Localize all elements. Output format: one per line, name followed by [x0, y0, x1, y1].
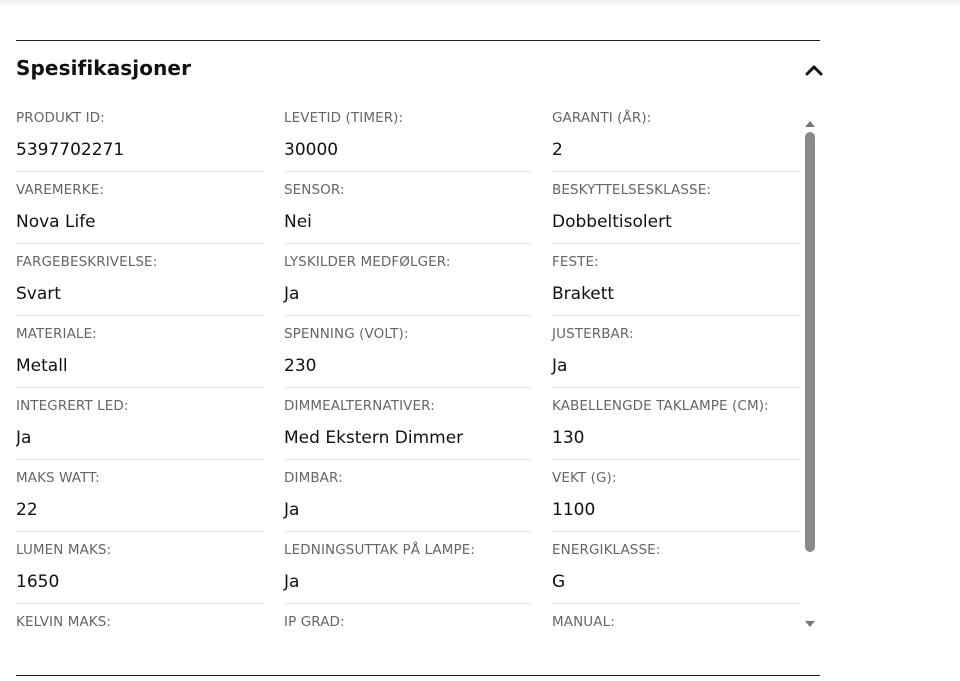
section-divider-bottom [16, 675, 820, 676]
spec-label: DIMBAR: [284, 470, 343, 486]
spec-item: DIMMEALTERNATIVER: Med Ekstern Dimmer [284, 388, 532, 460]
spec-label: MATERIALE: [16, 326, 97, 342]
collapse-button[interactable] [800, 56, 828, 84]
spec-label: INTEGRERT LED: [16, 398, 129, 414]
spec-label: VEKT (G): [552, 470, 617, 486]
spec-value: Ja [552, 356, 568, 376]
spec-item: BESKYTTELSESKLASSE: Dobbeltisolert [552, 172, 800, 244]
spec-item: INTEGRERT LED: Ja [16, 388, 264, 460]
spec-label: MAKS WATT: [16, 470, 100, 486]
specs-scroll-area[interactable]: PRODUKT ID: 5397702271 LEVETID (TIMER): 300… [16, 100, 800, 632]
spec-label: IP GRAD: [284, 614, 345, 630]
spec-item: IP GRAD: [284, 604, 532, 632]
spec-label: KABELLENGDE TAKLAMPE (CM): [552, 398, 769, 414]
top-shadow [0, 0, 960, 6]
spec-label: LEDNINGSUTTAK PÅ LAMPE: [284, 542, 476, 558]
spec-item: LYSKILDER MEDFØLGER: Ja [284, 244, 532, 316]
spec-item: FARGEBESKRIVELSE: Svart [16, 244, 264, 316]
spec-item: FESTE: Brakett [552, 244, 800, 316]
spec-value: Ja [284, 500, 300, 520]
spec-value: 5397702271 [16, 140, 125, 160]
spec-value: Svart [16, 284, 61, 304]
scroll-thumb[interactable] [805, 132, 815, 552]
spec-item: PRODUKT ID: 5397702271 [16, 100, 264, 172]
specs-grid: PRODUKT ID: 5397702271 LEVETID (TIMER): 300… [16, 100, 800, 632]
spec-value: 30000 [284, 140, 339, 160]
spec-item: MANUAL: [552, 604, 800, 632]
scroll-up-arrow-icon[interactable] [805, 114, 815, 127]
spec-label: FARGEBESKRIVELSE: [16, 254, 158, 270]
spec-item: LEDNINGSUTTAK PÅ LAMPE: Ja [284, 532, 532, 604]
spec-value: 230 [284, 356, 317, 376]
spec-item: SENSOR: Nei [284, 172, 532, 244]
spec-item: DIMBAR: Ja [284, 460, 532, 532]
spec-item: ENERGIKLASSE: G [552, 532, 800, 604]
spec-item: LEVETID (TIMER): 30000 [284, 100, 532, 172]
spec-item: KABELLENGDE TAKLAMPE (CM): 130 [552, 388, 800, 460]
spec-value: Med Ekstern Dimmer [284, 428, 464, 448]
section-divider-top [16, 40, 820, 41]
spec-label: ENERGIKLASSE: [552, 542, 661, 558]
vertical-scrollbar[interactable] [802, 110, 818, 630]
spec-label: BESKYTTELSESKLASSE: [552, 182, 711, 198]
spec-item: MATERIALE: Metall [16, 316, 264, 388]
spec-value: 22 [16, 500, 38, 520]
spec-label: JUSTERBAR: [552, 326, 634, 342]
spec-item: VAREMERKE: Nova Life [16, 172, 264, 244]
spec-value: 2 [552, 140, 563, 160]
spec-value: Brakett [552, 284, 615, 304]
spec-value: 130 [552, 428, 585, 448]
spec-value: 1100 [552, 500, 596, 520]
spec-value: Metall [16, 356, 68, 376]
spec-label: SPENNING (VOLT): [284, 326, 409, 342]
spec-item: MAKS WATT: 22 [16, 460, 264, 532]
spec-label: FESTE: [552, 254, 599, 270]
spec-value: Nei [284, 212, 312, 232]
spec-label: DIMMEALTERNATIVER: [284, 398, 435, 414]
spec-item: VEKT (G): 1100 [552, 460, 800, 532]
spec-value: Ja [284, 284, 300, 304]
spec-item: LUMEN MAKS: 1650 [16, 532, 264, 604]
spec-label: GARANTI (ÅR): [552, 110, 652, 126]
spec-value: G [552, 572, 566, 592]
scroll-down-arrow-icon[interactable] [805, 614, 815, 627]
spec-label: LUMEN MAKS: [16, 542, 112, 558]
spec-label: LYSKILDER MEDFØLGER: [284, 254, 451, 270]
spec-label: LEVETID (TIMER): [284, 110, 404, 126]
spec-value: Ja [284, 572, 300, 592]
spec-label: KELVIN MAKS: [16, 614, 112, 630]
spec-item: JUSTERBAR: Ja [552, 316, 800, 388]
spec-label: MANUAL: [552, 614, 615, 630]
spec-item: KELVIN MAKS: [16, 604, 264, 632]
spec-label: VAREMERKE: [16, 182, 105, 198]
spec-value: 1650 [16, 572, 60, 592]
spec-label: PRODUKT ID: [16, 110, 105, 126]
spec-value: Dobbeltisolert [552, 212, 672, 232]
chevron-up-icon [805, 61, 823, 80]
section-title: Spesifikasjoner [16, 56, 192, 80]
spec-item: SPENNING (VOLT): 230 [284, 316, 532, 388]
spec-value: Nova Life [16, 212, 96, 232]
spec-item: GARANTI (ÅR): 2 [552, 100, 800, 172]
spec-value: Ja [16, 428, 32, 448]
spec-label: SENSOR: [284, 182, 345, 198]
